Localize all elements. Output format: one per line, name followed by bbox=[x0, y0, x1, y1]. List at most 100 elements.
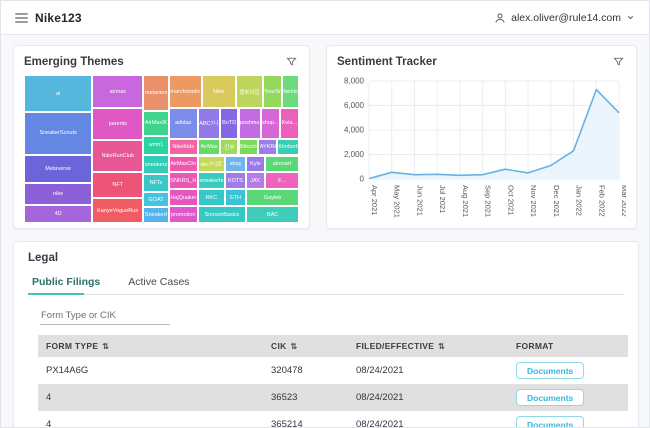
svg-text:Mar 2022: Mar 2022 bbox=[620, 185, 626, 217]
treemap-tile[interactable]: wmn1 bbox=[143, 136, 168, 155]
treemap-tile[interactable]: Metaverse bbox=[24, 155, 92, 183]
treemap-tile[interactable]: Bitcoin bbox=[239, 139, 259, 156]
treemap-tile[interactable]: AYKRAS bbox=[258, 139, 277, 156]
treemap-tile-label: JAY, bbox=[250, 178, 261, 184]
treemap-tile[interactable]: NikeKids bbox=[169, 139, 198, 156]
filter-icon bbox=[613, 56, 624, 67]
treemap-tile-label: SnoozeBasics bbox=[205, 212, 240, 218]
format-cell: Documents bbox=[508, 357, 628, 384]
treemap-tile-label: Kyle bbox=[250, 161, 261, 167]
treemap-tile-label: AYKRAS bbox=[260, 144, 276, 150]
legal-tab-active-cases[interactable]: Active Cases bbox=[124, 272, 214, 294]
treemap-tile-label: SneakerScouts bbox=[39, 130, 76, 136]
filing-search-input[interactable] bbox=[40, 307, 170, 325]
sort-icon[interactable]: ⇅ bbox=[291, 342, 298, 351]
treemap-tile-label: HajQuakes bbox=[170, 195, 196, 201]
treemap-tile[interactable]: 4D bbox=[24, 205, 92, 223]
treemap-tile[interactable]: 행복의집 bbox=[236, 75, 263, 108]
treemap-tile[interactable]: JAY, bbox=[246, 172, 265, 189]
treemap-tile-label: poshmark bbox=[240, 120, 259, 126]
sentiment-tracker-filter-button[interactable] bbox=[611, 54, 626, 69]
treemap-tile[interactable]: abonart bbox=[265, 156, 299, 173]
treemap-tile[interactable]: nike bbox=[24, 183, 92, 205]
documents-button[interactable]: Documents bbox=[516, 416, 584, 428]
sort-icon[interactable]: ⇅ bbox=[102, 342, 109, 351]
treemap-tile[interactable]: ABC7니트 bbox=[198, 108, 220, 138]
emerging-themes-filter-button[interactable] bbox=[284, 54, 299, 69]
treemap-tile[interactable]: AirMax bbox=[198, 139, 221, 156]
treemap-tile[interactable]: 긴부 bbox=[220, 139, 238, 156]
svg-text:4,000: 4,000 bbox=[344, 126, 365, 135]
treemap-tile[interactable]: promotion bbox=[169, 206, 198, 223]
column-header-filed-effective[interactable]: FILED/EFFECTIVE⇅ bbox=[348, 335, 508, 357]
sort-icon[interactable]: ⇅ bbox=[438, 342, 445, 351]
treemap-tile[interactable]: Kela... bbox=[280, 108, 299, 138]
svg-text:Dec 2021: Dec 2021 bbox=[552, 185, 561, 217]
treemap-tile[interactable]: BoTD bbox=[220, 108, 239, 138]
legal-tab-public-filings[interactable]: Public Filings bbox=[28, 272, 118, 294]
treemap-tile[interactable]: poshmark bbox=[239, 108, 261, 138]
treemap-tile[interactable]: ebay bbox=[225, 156, 246, 173]
treemap-tile-label: ETH bbox=[230, 195, 241, 201]
documents-button[interactable]: Documents bbox=[516, 362, 584, 379]
treemap-tile[interactable]: SnoozeBasics bbox=[198, 206, 246, 223]
account-menu[interactable]: alex.oliver@rule14.com bbox=[494, 12, 635, 24]
menu-icon[interactable] bbox=[15, 13, 28, 23]
emerging-themes-panel: Emerging Themes aiSneakerScoutsMetaverse… bbox=[13, 45, 310, 229]
treemap-tile[interactable]: NFTs bbox=[143, 174, 168, 192]
treemap-tile[interactable]: F... bbox=[265, 172, 299, 189]
treemap-tile-label: NFTs bbox=[150, 180, 163, 186]
treemap-tile[interactable]: SNKRS_HJ_KI bbox=[169, 172, 198, 189]
column-header-form-type[interactable]: FORM TYPE⇅ bbox=[38, 335, 263, 357]
treemap-tile[interactable]: YourSn... bbox=[263, 75, 282, 108]
filings-table: FORM TYPE⇅CIK⇅FILED/EFFECTIVE⇅FORMAT PX1… bbox=[38, 335, 628, 428]
treemap-tile[interactable]: fashion bbox=[282, 75, 299, 108]
treemap-tile[interactable]: Gayleb bbox=[246, 189, 299, 206]
treemap-tile[interactable]: SneakerScouts bbox=[24, 112, 92, 155]
svg-text:2,000: 2,000 bbox=[344, 150, 365, 159]
treemap-tile[interactable]: HajQuakes bbox=[169, 189, 198, 206]
treemap-tile[interactable]: NikeRunClub bbox=[92, 140, 143, 172]
treemap-tile-label: RKC bbox=[205, 195, 217, 201]
svg-text:6,000: 6,000 bbox=[344, 101, 365, 110]
treemap-tile[interactable]: GOAT bbox=[143, 192, 168, 207]
treemap-tile[interactable]: metaverse bbox=[143, 75, 168, 111]
treemap-tile[interactable]: adidas bbox=[169, 108, 198, 138]
treemap-tile[interactable]: sneakers bbox=[143, 155, 168, 174]
documents-button[interactable]: Documents bbox=[516, 389, 584, 406]
format-cell: Documents bbox=[508, 384, 628, 411]
treemap-tile[interactable]: marchmadness bbox=[169, 75, 202, 108]
treemap-tile[interactable]: ETH bbox=[225, 189, 246, 206]
treemap-tile[interactable]: airmax bbox=[92, 75, 143, 108]
treemap-tile[interactable]: sneakerhead bbox=[198, 172, 225, 189]
legal-title: Legal bbox=[28, 252, 624, 264]
treemap-tile[interactable]: SneakerFreaker bbox=[143, 207, 168, 223]
column-header-cik[interactable]: CIK⇅ bbox=[263, 335, 348, 357]
treemap-tile[interactable]: AirMaxChallenge bbox=[169, 156, 198, 173]
treemap-tile-label: 4D bbox=[55, 211, 62, 217]
brand-title: Nike123 bbox=[35, 11, 82, 25]
treemap-tile[interactable]: NFT bbox=[92, 172, 143, 198]
treemap-tile[interactable]: RKC bbox=[198, 189, 225, 206]
cik-cell: 365214 bbox=[263, 411, 348, 428]
treemap-tile[interactable]: AirMax90 bbox=[143, 111, 168, 136]
treemap-tile[interactable]: ai bbox=[24, 75, 92, 112]
treemap-tile-label: ebay bbox=[230, 161, 242, 167]
svg-text:Apr 2021: Apr 2021 bbox=[370, 185, 379, 215]
treemap-tile[interactable]: shop... bbox=[261, 108, 280, 138]
treemap-tile[interactable]: Kimberly bbox=[277, 139, 299, 156]
treemap-tile-label: airmax bbox=[110, 89, 127, 95]
treemap-tile[interactable]: sbc7니트 bbox=[198, 156, 225, 173]
filed-cell: 08/24/2021 bbox=[348, 357, 508, 384]
treemap-tile[interactable]: Nike bbox=[202, 75, 236, 108]
treemap-tile[interactable]: parents bbox=[92, 108, 143, 140]
svg-text:May 2021: May 2021 bbox=[393, 185, 402, 218]
treemap-tile[interactable]: KOTS bbox=[225, 172, 246, 189]
sentiment-tracker-panel: Sentiment Tracker 02,0004,0006,0008,000A… bbox=[326, 45, 637, 229]
treemap-tile[interactable]: Kyle bbox=[246, 156, 265, 173]
treemap-tile-label: Kimberly bbox=[279, 144, 298, 150]
svg-text:Jan 2022: Jan 2022 bbox=[575, 185, 584, 216]
treemap-tile[interactable]: KanyeVogueRun bbox=[92, 198, 143, 223]
treemap-tile[interactable]: BAC bbox=[246, 206, 299, 223]
main-content: Emerging Themes aiSneakerScoutsMetaverse… bbox=[1, 35, 649, 428]
